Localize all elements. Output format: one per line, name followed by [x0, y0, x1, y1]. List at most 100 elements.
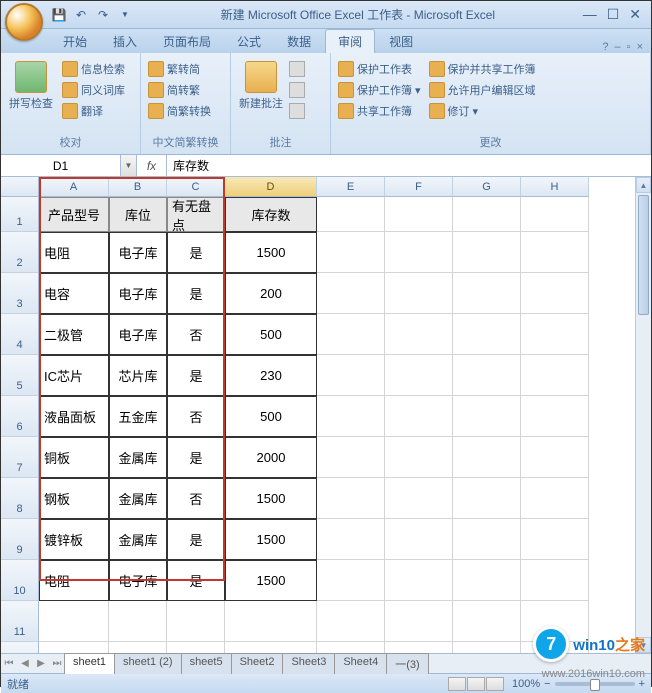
scroll-up-button[interactable]: ▲: [636, 177, 651, 193]
cell-H6[interactable]: [521, 396, 589, 437]
track-changes-button[interactable]: 修订▾: [426, 101, 539, 121]
row-header-2[interactable]: 2: [1, 232, 39, 273]
cell-C9[interactable]: 是: [167, 519, 225, 560]
cell-A1[interactable]: 产品型号: [39, 197, 109, 232]
cell-A7[interactable]: 铜板: [39, 437, 109, 478]
cell-B4[interactable]: 电子库: [109, 314, 167, 355]
cell-F7[interactable]: [385, 437, 453, 478]
cell-C11[interactable]: [167, 601, 225, 642]
cell-F6[interactable]: [385, 396, 453, 437]
cell-E1[interactable]: [317, 197, 385, 232]
cell-C5[interactable]: 是: [167, 355, 225, 396]
cell-H2[interactable]: [521, 232, 589, 273]
cell-F1[interactable]: [385, 197, 453, 232]
scroll-thumb[interactable]: [638, 195, 649, 315]
row-header-7[interactable]: 7: [1, 437, 39, 478]
cell-F5[interactable]: [385, 355, 453, 396]
cell-F3[interactable]: [385, 273, 453, 314]
cell-B8[interactable]: 金属库: [109, 478, 167, 519]
row-header-8[interactable]: 8: [1, 478, 39, 519]
undo-icon[interactable]: ↶: [73, 7, 89, 23]
column-header-G[interactable]: G: [453, 177, 521, 197]
cell-G8[interactable]: [453, 478, 521, 519]
cell-D7[interactable]: 2000: [225, 437, 317, 478]
row-header-1[interactable]: 1: [1, 197, 39, 232]
sheet-tab-Sheet4[interactable]: Sheet4: [334, 653, 387, 674]
cell-G12[interactable]: [453, 642, 521, 653]
cell-D3[interactable]: 200: [225, 273, 317, 314]
research-button[interactable]: 信息检索: [59, 59, 128, 79]
cell-A6[interactable]: 液晶面板: [39, 396, 109, 437]
sheet-tab-一(3)[interactable]: 一(3): [386, 653, 428, 674]
office-button[interactable]: [5, 3, 43, 41]
cell-A3[interactable]: 电容: [39, 273, 109, 314]
column-header-A[interactable]: A: [39, 177, 109, 197]
new-comment-button[interactable]: 新建批注: [235, 59, 287, 113]
normal-view-button[interactable]: [448, 677, 466, 691]
cell-G10[interactable]: [453, 560, 521, 601]
cell-C7[interactable]: 是: [167, 437, 225, 478]
cell-D8[interactable]: 1500: [225, 478, 317, 519]
row-header-4[interactable]: 4: [1, 314, 39, 355]
cell-G9[interactable]: [453, 519, 521, 560]
cell-C8[interactable]: 否: [167, 478, 225, 519]
cell-A5[interactable]: IC芯片: [39, 355, 109, 396]
cell-B10[interactable]: 电子库: [109, 560, 167, 601]
cell-A4[interactable]: 二极管: [39, 314, 109, 355]
cell-D5[interactable]: 230: [225, 355, 317, 396]
cell-D6[interactable]: 500: [225, 396, 317, 437]
cell-H8[interactable]: [521, 478, 589, 519]
cell-H10[interactable]: [521, 560, 589, 601]
column-header-B[interactable]: B: [109, 177, 167, 197]
cell-E7[interactable]: [317, 437, 385, 478]
cell-C4[interactable]: 否: [167, 314, 225, 355]
page-layout-view-button[interactable]: [467, 677, 485, 691]
column-header-F[interactable]: F: [385, 177, 453, 197]
row-header-12[interactable]: 12: [1, 642, 39, 653]
allow-edit-ranges-button[interactable]: 允许用户编辑区域: [426, 80, 539, 100]
zoom-slider[interactable]: [555, 682, 635, 686]
cell-D4[interactable]: 500: [225, 314, 317, 355]
cell-D1[interactable]: 库存数: [225, 197, 317, 232]
cell-G4[interactable]: [453, 314, 521, 355]
cell-H5[interactable]: [521, 355, 589, 396]
page-break-view-button[interactable]: [486, 677, 504, 691]
cell-F2[interactable]: [385, 232, 453, 273]
cell-E9[interactable]: [317, 519, 385, 560]
share-workbook-button[interactable]: 共享工作簿: [335, 101, 424, 121]
cell-E8[interactable]: [317, 478, 385, 519]
column-header-D[interactable]: D: [225, 177, 317, 197]
cell-B1[interactable]: 库位: [109, 197, 167, 232]
name-box-dropdown[interactable]: ▼: [121, 155, 137, 176]
cell-C1[interactable]: 有无盘点: [167, 197, 225, 232]
cell-E11[interactable]: [317, 601, 385, 642]
convert-button[interactable]: 简繁转换: [145, 101, 214, 121]
select-all-corner[interactable]: [1, 177, 39, 197]
tab-insert[interactable]: 插入: [101, 30, 149, 53]
row-header-3[interactable]: 3: [1, 273, 39, 314]
cell-B5[interactable]: 芯片库: [109, 355, 167, 396]
cell-E2[interactable]: [317, 232, 385, 273]
cell-F4[interactable]: [385, 314, 453, 355]
cell-F10[interactable]: [385, 560, 453, 601]
cell-F12[interactable]: [385, 642, 453, 653]
close-doc-icon[interactable]: ×: [637, 41, 643, 53]
cell-B11[interactable]: [109, 601, 167, 642]
cell-G2[interactable]: [453, 232, 521, 273]
column-header-E[interactable]: E: [317, 177, 385, 197]
tab-home[interactable]: 开始: [51, 30, 99, 53]
qat-dropdown-icon[interactable]: ▼: [117, 7, 133, 23]
cell-D11[interactable]: [225, 601, 317, 642]
simp-to-trad-button[interactable]: 简转繁: [145, 80, 214, 100]
save-icon[interactable]: 💾: [51, 7, 67, 23]
fx-button[interactable]: fx: [137, 155, 167, 176]
cell-E5[interactable]: [317, 355, 385, 396]
trad-to-simp-button[interactable]: 繁转简: [145, 59, 214, 79]
cell-A10[interactable]: 电阻: [39, 560, 109, 601]
cell-E12[interactable]: [317, 642, 385, 653]
formula-input[interactable]: 库存数: [167, 155, 651, 176]
name-box[interactable]: D1: [1, 155, 121, 176]
row-header-10[interactable]: 10: [1, 560, 39, 601]
spellcheck-button[interactable]: 拼写检查: [5, 59, 57, 113]
cell-E3[interactable]: [317, 273, 385, 314]
